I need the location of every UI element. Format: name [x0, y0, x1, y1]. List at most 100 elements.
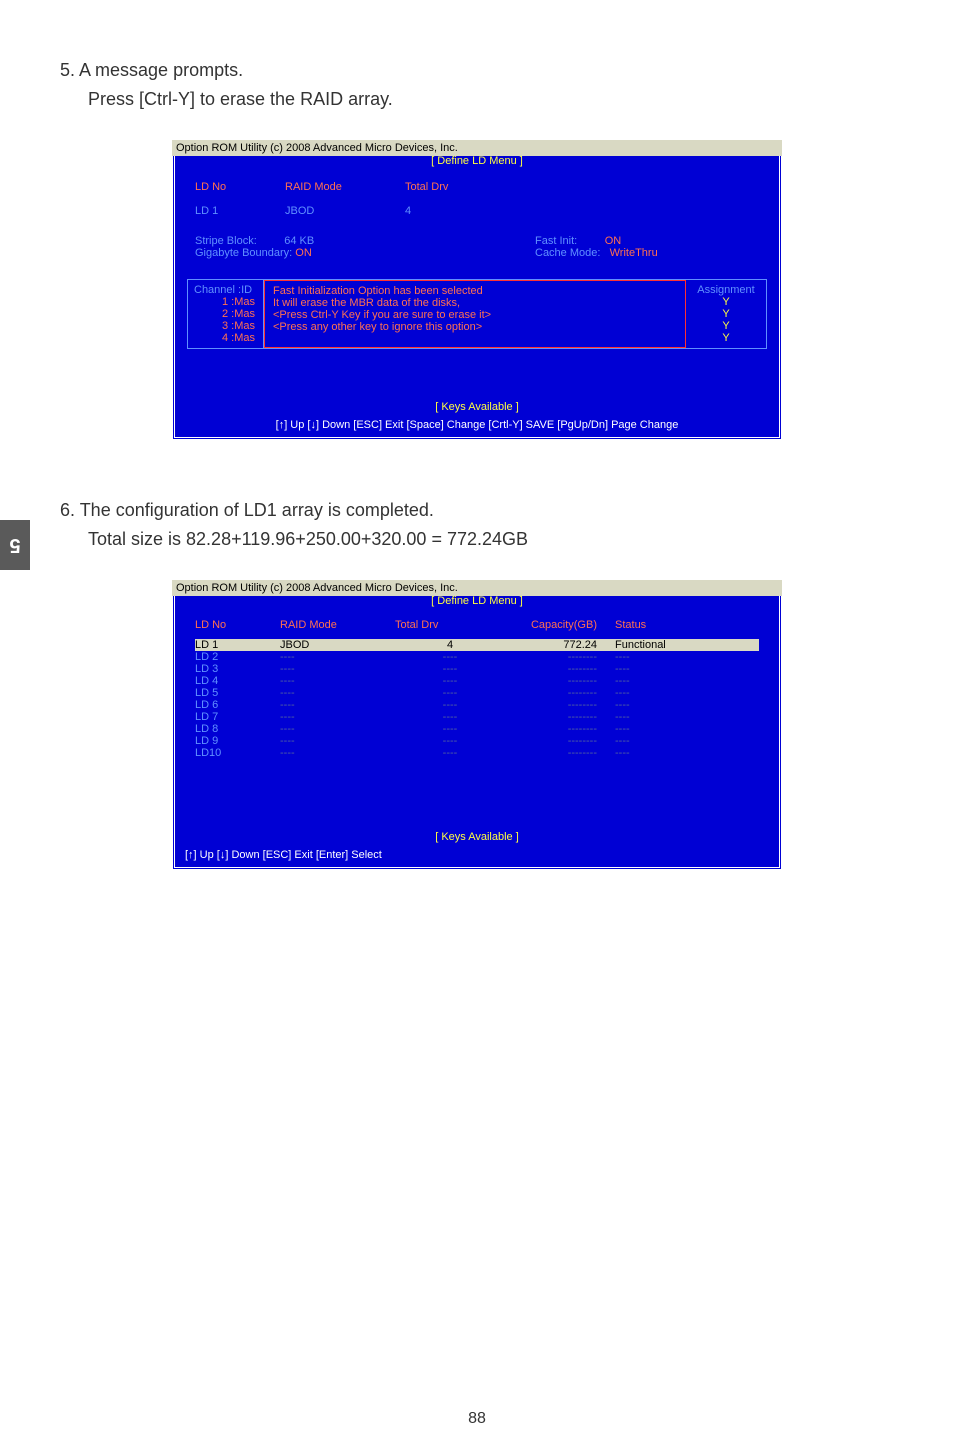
- cell-mode: ----: [280, 663, 395, 675]
- cell-ldno: LD 1: [195, 639, 280, 651]
- cell-cap: --------: [505, 711, 615, 723]
- channel-row: 1 :Mas: [194, 296, 257, 308]
- channel-row: 3 :Mas: [194, 320, 257, 332]
- cell-ldno: LD10: [195, 747, 280, 759]
- table-row: LD 2--------------------: [195, 651, 759, 663]
- stripe-label: Stripe Block:: [195, 235, 257, 247]
- stripe-val: 64 KB: [284, 235, 314, 247]
- cell-mode: ----: [280, 711, 395, 723]
- step6-instruction: Total size is 82.28+119.96+250.00+320.00…: [88, 529, 894, 550]
- cell-drv: ----: [395, 723, 505, 735]
- hdr-ldno: LD No: [195, 181, 285, 193]
- cell-ldno: LD 4: [195, 675, 280, 687]
- cell-mode: ----: [280, 735, 395, 747]
- bios1-row: LD 1 JBOD 4: [175, 199, 779, 231]
- cell-drv: 4: [395, 639, 505, 651]
- bios1-menu-label: [ Define LD Menu ]: [175, 155, 779, 167]
- hdr-ldno: LD No: [195, 619, 280, 631]
- fast-label: Fast Init:: [535, 235, 577, 247]
- hdr-totaldrv: Total Drv: [405, 181, 515, 193]
- gig-label: Gigabyte Boundary:: [195, 247, 292, 259]
- cell-ldno: LD 6: [195, 699, 280, 711]
- assign-val: Y: [692, 308, 760, 320]
- table-row: LD 5--------------------: [195, 687, 759, 699]
- cell-cap: --------: [505, 687, 615, 699]
- cell-mode: ----: [280, 675, 395, 687]
- cell-drv: ----: [395, 651, 505, 663]
- step6-title: 6. The configuration of LD1 array is com…: [60, 500, 894, 521]
- cell-drv: ----: [395, 699, 505, 711]
- cell-status: ----: [615, 675, 705, 687]
- cell-cap: --------: [505, 747, 615, 759]
- row-ldno: LD 1: [195, 205, 285, 217]
- bios-screenshot-1: Option ROM Utility (c) 2008 Advanced Mic…: [172, 140, 782, 440]
- cell-drv: ----: [395, 735, 505, 747]
- channel-row: 2 :Mas: [194, 308, 257, 320]
- cell-cap: 772.24: [505, 639, 615, 651]
- bios2-header: LD No RAID Mode Total Drv Capacity(GB) S…: [175, 607, 779, 639]
- cell-mode: ----: [280, 747, 395, 759]
- channel-col: Channel :ID 1 :Mas 2 :Mas 3 :Mas 4 :Mas: [188, 280, 264, 348]
- bios2-title: Option ROM Utility (c) 2008 Advanced Mic…: [172, 580, 782, 596]
- table-row: LD 9--------------------: [195, 735, 759, 747]
- table-row: LD 7--------------------: [195, 711, 759, 723]
- gig-val: ON: [295, 247, 312, 259]
- table-row: LD 6--------------------: [195, 699, 759, 711]
- cell-cap: --------: [505, 663, 615, 675]
- cell-ldno: LD 7: [195, 711, 280, 723]
- cell-cap: --------: [505, 735, 615, 747]
- confirm-dialog[interactable]: Fast Initialization Option has been sele…: [264, 280, 686, 348]
- cell-status: ----: [615, 651, 705, 663]
- dialog-line: <Press Ctrl-Y Key if you are sure to era…: [273, 309, 677, 321]
- channel-header: Channel :ID: [194, 284, 257, 296]
- cell-ldno: LD 5: [195, 687, 280, 699]
- table-row: LD 8--------------------: [195, 723, 759, 735]
- cell-status: ----: [615, 663, 705, 675]
- table-row[interactable]: LD 1JBOD4772.24Functional: [195, 639, 759, 651]
- table-row: LD 4--------------------: [195, 675, 759, 687]
- bios1-settings: Stripe Block: 64 KB Gigabyte Boundary: O…: [175, 231, 779, 273]
- cell-status: ----: [615, 723, 705, 735]
- cell-ldno: LD 3: [195, 663, 280, 675]
- cell-drv: ----: [395, 675, 505, 687]
- bios1-title: Option ROM Utility (c) 2008 Advanced Mic…: [172, 140, 782, 156]
- hdr-status: Status: [615, 619, 705, 631]
- bios1-footer: [↑] Up [↓] Down [ESC] Exit [Space] Chang…: [172, 413, 782, 440]
- row-drv: 4: [405, 205, 515, 217]
- cell-ldno: LD 8: [195, 723, 280, 735]
- assign-val: Y: [692, 332, 760, 344]
- cell-status: ----: [615, 699, 705, 711]
- bios1-header: LD No RAID Mode Total Drv: [175, 167, 779, 199]
- cell-mode: JBOD: [280, 639, 395, 651]
- cell-drv: ----: [395, 747, 505, 759]
- step5-instruction: Press [Ctrl-Y] to erase the RAID array.: [88, 89, 894, 110]
- dialog-line: <Press any other key to ignore this opti…: [273, 321, 677, 333]
- cache-val: WriteThru: [610, 247, 658, 259]
- cell-drv: ----: [395, 687, 505, 699]
- cell-status: ----: [615, 711, 705, 723]
- dialog-line: Fast Initialization Option has been sele…: [273, 285, 677, 297]
- cell-mode: ----: [280, 723, 395, 735]
- cell-mode: ----: [280, 699, 395, 711]
- hdr-raidmode: RAID Mode: [285, 181, 405, 193]
- cell-ldno: LD 2: [195, 651, 280, 663]
- channel-box: Channel :ID 1 :Mas 2 :Mas 3 :Mas 4 :Mas …: [187, 279, 767, 349]
- cell-status: ----: [615, 735, 705, 747]
- hdr-drv: Total Drv: [395, 619, 505, 631]
- cell-ldno: LD 9: [195, 735, 280, 747]
- bios2-menu-label: [ Define LD Menu ]: [175, 595, 779, 607]
- cell-cap: --------: [505, 723, 615, 735]
- assignment-col: Assignment Y Y Y Y: [686, 280, 766, 348]
- dialog-line: It will erase the MBR data of the disks,: [273, 297, 677, 309]
- cell-mode: ----: [280, 687, 395, 699]
- step5-title: 5. A message prompts.: [60, 60, 894, 81]
- page-number: 88: [0, 1410, 954, 1428]
- bios2-footer: [↑] Up [↓] Down [ESC] Exit [Enter] Selec…: [172, 843, 782, 870]
- cell-drv: ----: [395, 711, 505, 723]
- assign-val: Y: [692, 320, 760, 332]
- fast-val: ON: [605, 235, 622, 247]
- bios2-keys-label: [ Keys Available ]: [175, 831, 779, 843]
- cell-cap: --------: [505, 651, 615, 663]
- page-side-tab: 5: [0, 520, 30, 570]
- bios1-keys-label: [ Keys Available ]: [175, 401, 779, 413]
